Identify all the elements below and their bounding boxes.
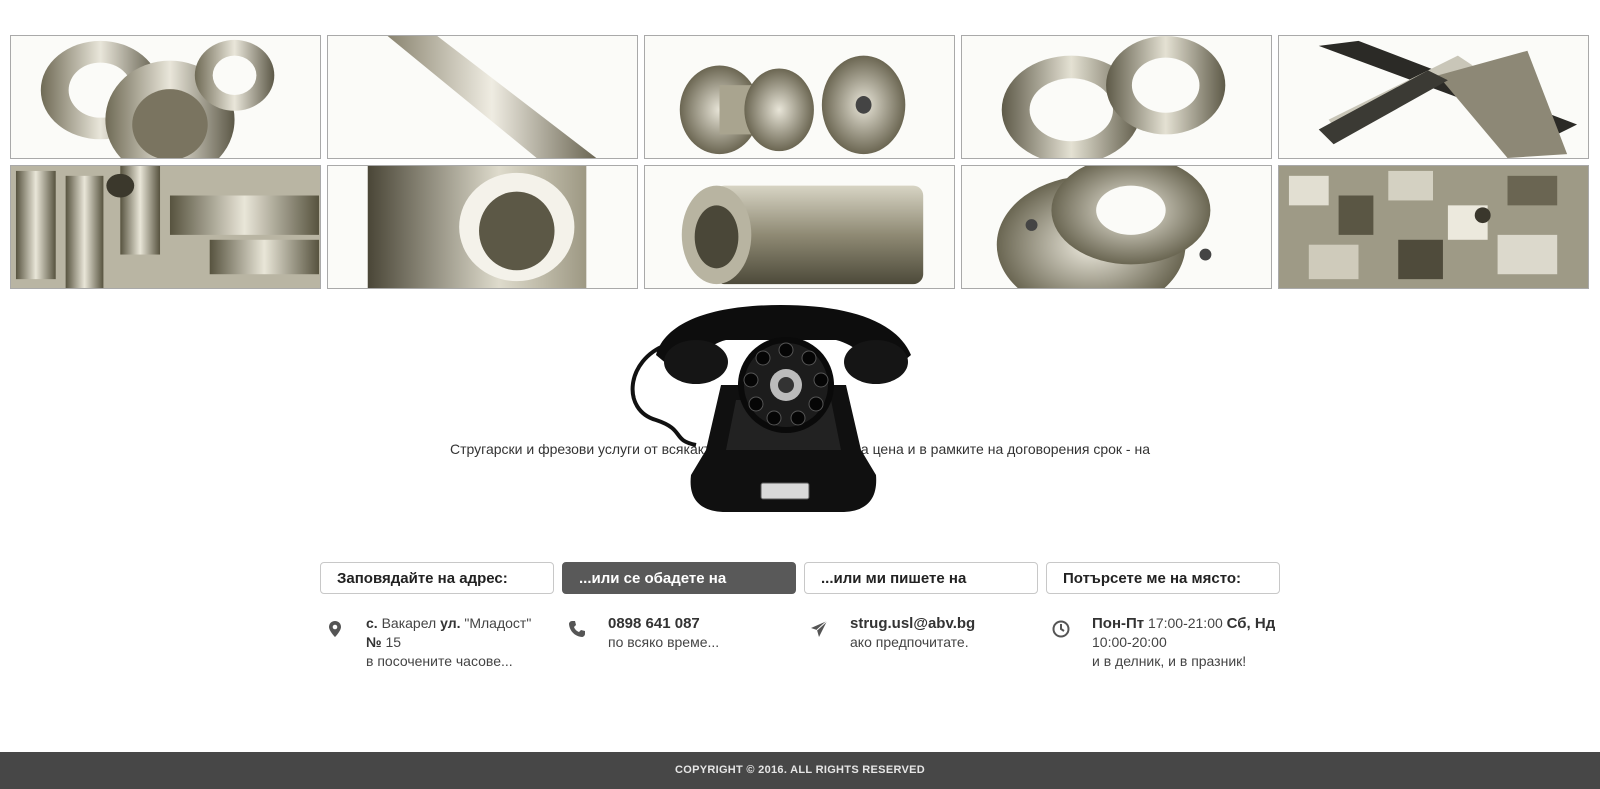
tab-email[interactable]: ...или ми пишете на bbox=[804, 562, 1038, 594]
number-prefix: № bbox=[366, 634, 382, 650]
tab-location[interactable]: Потърсете ме на място: bbox=[1046, 562, 1280, 594]
copyright-text: COPYRIGHT © 2016. ALL RIGHTS RESERVED bbox=[674, 764, 926, 776]
phone-icon bbox=[569, 621, 585, 637]
footer: COPYRIGHT © 2016. ALL RIGHTS RESERVED bbox=[0, 752, 1600, 789]
gallery-image-cylinder[interactable] bbox=[644, 165, 955, 289]
gallery-image-bushings[interactable] bbox=[10, 35, 321, 159]
tab-location-label: Потърсете ме на място: bbox=[1063, 570, 1242, 587]
gallery-image-bars[interactable] bbox=[1278, 35, 1589, 159]
clock-icon bbox=[1052, 620, 1070, 638]
phone-number[interactable]: 0898 641 087 bbox=[608, 615, 700, 632]
weekend-label: Сб, Нд bbox=[1226, 615, 1276, 632]
tab-phone[interactable]: ...или се обадете на bbox=[562, 562, 796, 594]
street-prefix: ул. bbox=[440, 615, 461, 631]
address-number: 15 bbox=[385, 634, 402, 650]
address-village: Вакарел bbox=[381, 615, 437, 631]
weekend-time: 10:00-20:00 bbox=[1092, 634, 1167, 650]
tab-address-label: Заповядайте на адрес: bbox=[337, 570, 508, 587]
tab-phone-label: ...или се обадете на bbox=[579, 570, 727, 587]
phone-note: по всяко време... bbox=[608, 634, 720, 650]
gallery-image-bore[interactable] bbox=[327, 165, 638, 289]
address-note: в посочените часове... bbox=[366, 653, 513, 669]
gallery-image-flange[interactable] bbox=[961, 165, 1272, 289]
map-pin-icon bbox=[329, 621, 341, 637]
telephone-image bbox=[630, 305, 911, 512]
address-prefix: с. bbox=[366, 615, 378, 631]
product-gallery bbox=[10, 35, 1590, 289]
gallery-image-small-parts[interactable] bbox=[1278, 165, 1589, 289]
weekdays-label: Пон-Пт bbox=[1092, 615, 1145, 632]
weekdays-time: 17:00-21:00 bbox=[1148, 615, 1223, 631]
gallery-image-split-collars[interactable] bbox=[961, 35, 1272, 159]
email-address[interactable]: strug.usl@abv.bg bbox=[850, 615, 975, 632]
tab-address[interactable]: Заповядайте на адрес: bbox=[320, 562, 554, 594]
gallery-image-shaft[interactable] bbox=[327, 35, 638, 159]
paper-plane-icon bbox=[811, 620, 828, 637]
address-street: "Младост" bbox=[464, 615, 532, 631]
gallery-image-tubes[interactable] bbox=[10, 165, 321, 289]
gallery-image-flanged-parts[interactable] bbox=[644, 35, 955, 159]
contact-tabs: Заповядайте на адрес: ...или се обадете … bbox=[320, 562, 1280, 594]
hours-note: и в делник, и в празник! bbox=[1092, 653, 1247, 669]
tab-email-label: ...или ми пишете на bbox=[821, 570, 967, 587]
email-note: ако предпочитате. bbox=[850, 634, 969, 650]
